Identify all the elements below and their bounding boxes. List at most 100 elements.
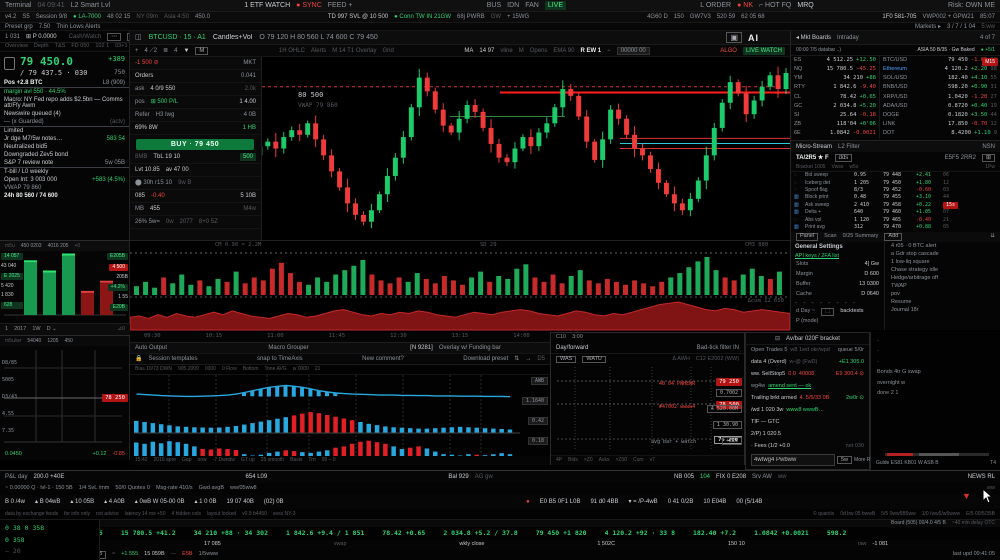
news-line[interactable]: Limited <box>0 127 129 135</box>
tape-row[interactable]: ▥Delta +64079 460+1.0507 <box>791 209 1000 216</box>
dom-row[interactable]: MB455M4w <box>130 203 261 216</box>
ticker-item[interactable]: 1 842.6 +9.4 / 1 851 <box>286 530 364 537</box>
timeframe-badge[interactable]: M15 <box>982 58 998 66</box>
ticker-item[interactable]: 2 034.8 +5.2 / 37.8 <box>443 530 517 537</box>
news-line[interactable]: Newswire queued (4) <box>0 110 129 118</box>
tape-header-item[interactable]: ⊞ <box>982 154 995 162</box>
dom-row[interactable]: ask4 0/9 5502.0k <box>130 83 261 96</box>
watchlist-row[interactable]: SOL/USD182.40+4.1055 <box>880 74 1000 83</box>
mid-toolbar-item[interactable]: ⇅ <box>514 356 519 362</box>
depth-range-tab[interactable]: D ⌄ <box>47 327 57 333</box>
menu-item[interactable]: ⌐ HOT FQ <box>759 2 791 9</box>
chart-toolbar-item[interactable]: ⌁ <box>607 48 611 54</box>
mid-toolbar-item[interactable]: → <box>525 356 531 362</box>
news-line[interactable]: VWAP 79 860 <box>0 184 129 192</box>
mid-toolbar-item[interactable]: Session templates <box>148 356 197 362</box>
news-line[interactable]: T-bill / L0 weekly <box>0 168 129 176</box>
tape-header-item[interactable]: dds <box>835 154 853 162</box>
settings-row[interactable]: Buffer13 0300 <box>791 280 884 290</box>
watchlist-row[interactable]: ES4 512.25+12.50 <box>791 56 879 65</box>
right-tab[interactable]: Panel <box>796 233 818 241</box>
tape-row[interactable]: ◌Iceberg det1 20579 450+1.8012 <box>791 179 1000 186</box>
strategy-line[interactable]: Chase strategy idle <box>885 266 1000 274</box>
ai-assistant-icon[interactable]: ▣ <box>726 32 742 43</box>
depth-range-tab[interactable]: 1 <box>5 327 8 333</box>
strategy-line[interactable]: 1 low-liq square <box>885 258 1000 266</box>
right-tab[interactable]: ⇊ <box>990 234 995 240</box>
buy-button[interactable]: BUY · 79 450 <box>136 139 254 150</box>
ladder-filter[interactable]: WATU <box>582 356 606 364</box>
ticker-item[interactable]: 78.42 +0.65 <box>382 530 425 537</box>
order-buy-button[interactable]: 5w <box>837 456 852 464</box>
preset-item[interactable]: Thin Lows Alerts <box>56 24 100 30</box>
mid-toolbar-item[interactable]: Overlay w/ Funding bar <box>439 345 501 351</box>
watchlist-row[interactable]: GC2 034.8+5.20 <box>791 102 879 111</box>
quote-header-item[interactable]: ⋯ <box>107 33 121 41</box>
settings-link[interactable]: API keys / 2FA list <box>791 252 884 260</box>
tape-row[interactable]: ▥Block print0.4879 455+3.1044 <box>791 194 1000 201</box>
order-row[interactable]: ww. SellStop50 040008E9 300.4 ⊘ <box>746 369 869 381</box>
order-row[interactable]: · Fees (1/2 +0.0net 030 <box>746 441 869 453</box>
strategy-line[interactable]: 4 r05 · 0 BTC alert <box>885 242 1000 250</box>
chart-toolbar-item[interactable]: 1H OHLC <box>279 48 305 54</box>
chart-toolbar-item[interactable]: EMA 90 <box>553 48 574 54</box>
ticker-item[interactable]: 79 450 +1 820 <box>536 530 587 537</box>
watchlist-row[interactable]: ZB118'04+0'06 <box>791 120 879 129</box>
settings-row[interactable]: Slots4] Gw <box>791 260 884 270</box>
watchlist-row[interactable]: BNB/USD598.20+0.9031 <box>880 84 1000 93</box>
chart-toolbar-item[interactable]: M <box>519 48 524 54</box>
menu-item[interactable]: FEED + <box>328 2 353 9</box>
strategy-line[interactable]: Hedge/arbitrage off <box>885 274 1000 282</box>
menu-item[interactable]: IDN <box>507 2 519 9</box>
quote-header-item[interactable]: ▫ <box>127 33 129 41</box>
watchlist-row[interactable]: 6E1.0842-0.0021 <box>791 130 879 139</box>
watchlist-row[interactable]: Ethereum4 120.2+2.2098 <box>880 65 1000 74</box>
ticker-item[interactable]: 4 120.2 +92 · 33 8 <box>605 530 675 537</box>
quote-tab[interactable]: 102 1 <box>95 44 109 50</box>
chart-toolbar-item[interactable]: + <box>135 48 139 54</box>
order-row[interactable]: Open Trades 5w8 1wd okr/wpdqueue 5/0r <box>746 345 869 357</box>
order-row[interactable]: 2/P) 1 020.5 <box>746 429 869 441</box>
tape-row[interactable]: ◌Bid sweep0.9579 448+2.4106 <box>791 172 1000 179</box>
mid-toolbar-item[interactable]: New comment? <box>362 356 404 362</box>
news-line[interactable]: Open Int: 3 003 000+583 (4.5%) <box>0 176 129 184</box>
strategy-line[interactable]: Journal 18r <box>885 306 1000 314</box>
chart-toolbar-item[interactable]: 4 <box>174 48 177 54</box>
news-line[interactable]: Pos +2.8 BTCL8 (909) <box>0 79 129 88</box>
book-bar-item[interactable]: Micro-Stream <box>796 144 832 150</box>
strategy-line[interactable]: a Gdr stop cascade <box>885 250 1000 258</box>
watchlist-row[interactable]: RTY1 842.6-9.40 <box>791 84 879 93</box>
settings-row[interactable]: CacheD 0640 <box>791 290 884 300</box>
order-row[interactable]: Trailing brkt armed4. 5/5/33 0B2w0r ⊙ <box>746 393 869 405</box>
order-row[interactable]: wg4wamend sent — ok <box>746 381 869 393</box>
dom-row[interactable]: 8MBTbL 19 10500 <box>130 151 261 164</box>
quote-tab[interactable]: Depth <box>34 44 49 50</box>
watchlist-row[interactable]: SI25.64-0.18 <box>791 111 879 120</box>
watchlist-row[interactable]: DOT8.4200+1.109 <box>880 130 1000 139</box>
dom-row[interactable]: 26% 5w=0w20778+0 5Z <box>130 216 261 229</box>
menu-item[interactable]: L2 Smart Lvl <box>71 2 110 9</box>
right-tab[interactable]: Add <box>884 233 902 241</box>
right-header-item[interactable]: ◂ Mkt Boards <box>796 35 831 41</box>
menu-item[interactable]: L ORDER <box>700 2 731 9</box>
chart-title-item[interactable]: ◫ <box>135 34 142 41</box>
news-line[interactable]: — (x Guarded)(actv) <box>0 118 129 127</box>
menu-item[interactable]: Terminal <box>5 2 31 9</box>
chart-toolbar-item[interactable]: ▼ <box>183 48 189 54</box>
watchlist-row[interactable]: LINK17.850-0.7012 <box>880 120 1000 129</box>
h-scrollbar[interactable] <box>885 453 989 456</box>
quote-tab[interactable]: 03+1 <box>115 44 127 50</box>
depth-range-tab[interactable]: 1W <box>32 327 40 333</box>
chart-toolbar-item[interactable]: ≣ <box>163 48 168 54</box>
watchlist-row[interactable]: NQ15 780.5-45.25 <box>791 65 879 74</box>
tape-row[interactable]: ◌Spoof flag8/379 452-0.6003 <box>791 187 1000 194</box>
news-line[interactable]: margin avl 550 · 44.5% <box>0 88 129 96</box>
dom-row[interactable]: pos⊞ 500 P/L1 4.00 <box>130 96 261 109</box>
news-line[interactable]: Jr dge M7/5w notes…583 54 <box>0 135 129 143</box>
watchlist-row[interactable]: ADA/USD0.8720+0.4019 <box>880 102 1000 111</box>
depth-range-tab[interactable]: 2017 <box>14 327 26 333</box>
watchlist-row[interactable]: YM34 210+88 <box>791 74 879 83</box>
watchlist-row[interactable]: XRP/USD1.0420-1.2027 <box>880 93 1000 102</box>
news-line[interactable]: S&P 7 review note5w 05B <box>0 159 129 168</box>
mid-toolbar-item[interactable]: Macro Grouper <box>268 345 308 351</box>
